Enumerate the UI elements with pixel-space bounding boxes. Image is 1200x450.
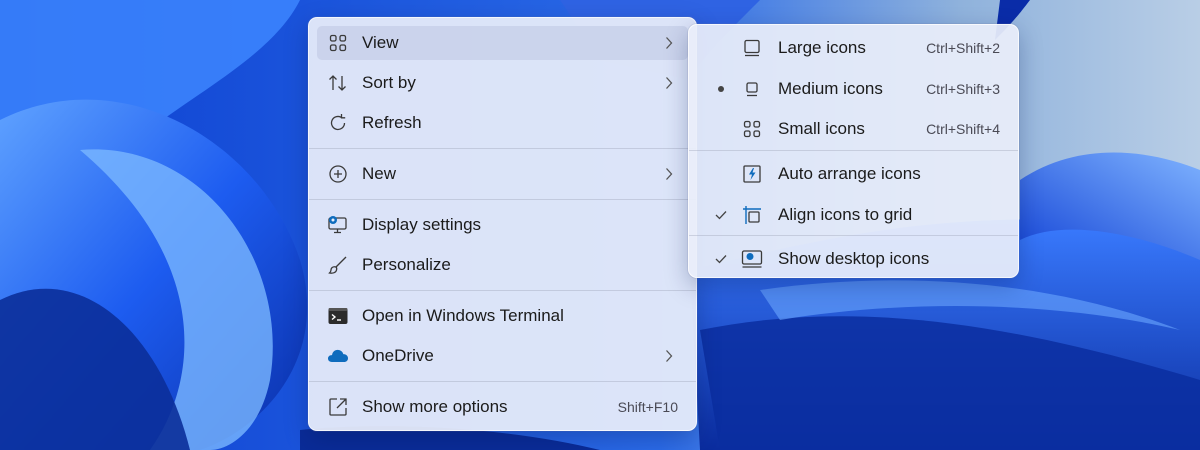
menu-item-new[interactable]: New <box>317 157 688 191</box>
submenu-item-label: Auto arrange icons <box>778 164 921 183</box>
chevron-right-icon <box>664 74 674 92</box>
menu-item-label: OneDrive <box>362 346 434 365</box>
chevron-right-icon <box>664 347 674 365</box>
brush-icon <box>327 255 349 275</box>
menu-item-label: New <box>362 164 397 183</box>
menu-separator <box>689 150 1018 151</box>
submenu-item-align-icons-to-grid[interactable]: Align icons to grid <box>697 198 1010 232</box>
menu-item-show-more-options[interactable]: Show more options Shift+F10 <box>317 390 688 424</box>
checkmark-icon <box>711 249 731 269</box>
medium-icons-icon <box>741 79 763 99</box>
small-icons-icon <box>741 119 763 139</box>
menu-separator <box>309 290 696 291</box>
refresh-icon <box>327 113 349 133</box>
menu-item-label: Show more options <box>362 397 508 416</box>
view-submenu: Large icons Ctrl+Shift+2 Medium icons Ct… <box>688 24 1019 278</box>
menu-item-sort-by[interactable]: Sort by <box>317 66 688 100</box>
submenu-item-auto-arrange-icons[interactable]: Auto arrange icons <box>697 157 1010 191</box>
menu-separator <box>689 235 1018 236</box>
menu-item-open-in-windows-terminal[interactable]: Open in Windows Terminal <box>317 299 688 333</box>
menu-separator <box>309 148 696 149</box>
menu-item-label: Sort by <box>362 73 416 92</box>
menu-item-label: Display settings <box>362 215 482 234</box>
submenu-item-medium-icons[interactable]: Medium icons Ctrl+Shift+3 <box>697 72 1010 106</box>
menu-item-personalize[interactable]: Personalize <box>317 248 688 282</box>
large-icons-icon <box>741 38 763 58</box>
shortcut-label: Ctrl+Shift+2 <box>926 40 1000 56</box>
sort-arrows-icon <box>327 73 349 93</box>
cloud-icon <box>327 346 349 366</box>
menu-item-onedrive[interactable]: OneDrive <box>317 339 688 373</box>
expand-icon <box>327 397 349 417</box>
display-settings-icon <box>327 215 349 235</box>
menu-item-label: View <box>362 33 399 52</box>
submenu-item-label: Show desktop icons <box>778 249 930 268</box>
menu-item-label: Refresh <box>362 113 422 132</box>
menu-item-label: Personalize <box>362 255 451 274</box>
grid-icon <box>327 33 349 53</box>
submenu-item-label: Large icons <box>778 38 866 57</box>
chevron-right-icon <box>664 165 674 183</box>
menu-item-refresh[interactable]: Refresh <box>317 106 688 140</box>
shortcut-label: Ctrl+Shift+3 <box>926 81 1000 97</box>
shortcut-label: Ctrl+Shift+4 <box>926 121 1000 137</box>
checkmark-icon <box>711 205 731 225</box>
chevron-right-icon <box>664 34 674 52</box>
plus-circle-icon <box>327 164 349 184</box>
shortcut-label: Shift+F10 <box>617 399 678 415</box>
submenu-item-small-icons[interactable]: Small icons Ctrl+Shift+4 <box>697 112 1010 146</box>
menu-item-display-settings[interactable]: Display settings <box>317 208 688 242</box>
terminal-icon <box>327 306 349 326</box>
submenu-item-label: Align icons to grid <box>778 205 913 224</box>
align-grid-icon <box>741 205 763 225</box>
menu-separator <box>309 381 696 382</box>
desktop-context-menu: View Sort by Refresh New Display setting… <box>308 17 697 431</box>
radio-dot-icon <box>711 79 731 99</box>
menu-separator <box>309 199 696 200</box>
submenu-item-label: Small icons <box>778 119 865 138</box>
submenu-item-show-desktop-icons[interactable]: Show desktop icons <box>697 242 1010 276</box>
menu-item-view[interactable]: View <box>317 26 688 60</box>
submenu-item-large-icons[interactable]: Large icons Ctrl+Shift+2 <box>697 31 1010 65</box>
menu-item-label: Open in Windows Terminal <box>362 306 564 325</box>
submenu-item-label: Medium icons <box>778 79 883 98</box>
auto-arrange-icon <box>741 164 763 184</box>
show-desktop-icon <box>741 249 763 269</box>
